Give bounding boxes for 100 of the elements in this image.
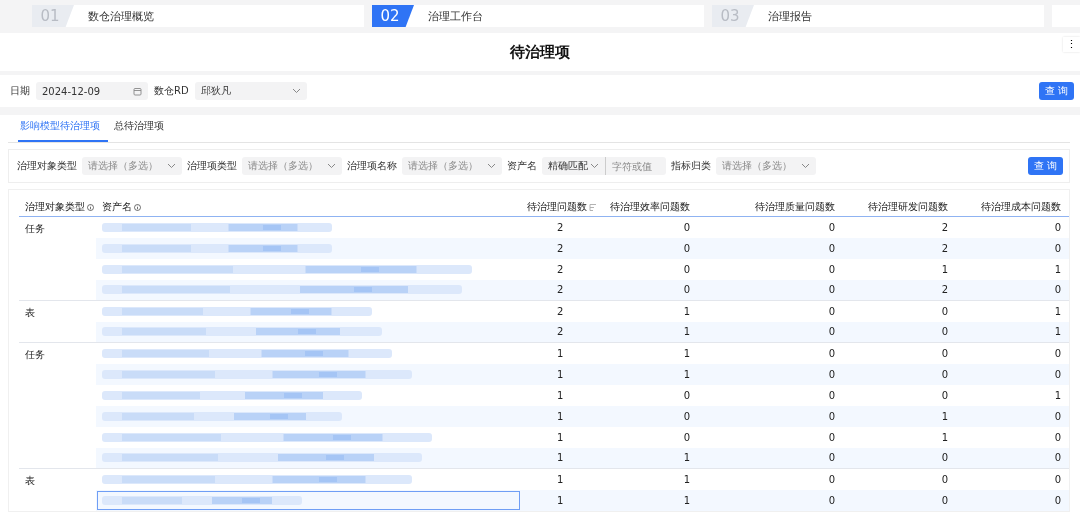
column-header: 待治理研发问题数	[868, 201, 948, 212]
table-cell: 1	[956, 384, 1069, 406]
column-header: 待治理效率问题数	[610, 201, 690, 212]
chevron-down-icon	[487, 163, 496, 169]
calendar-icon	[133, 86, 142, 96]
table-cell: 1	[521, 342, 603, 364]
table-cell: 0	[843, 468, 956, 490]
column-header: 待治理质量问题数	[755, 201, 835, 212]
asset-cell[interactable]	[96, 447, 521, 469]
asset-cell[interactable]	[96, 405, 521, 427]
asset-cell[interactable]	[96, 363, 521, 385]
table-cell: 1	[521, 447, 603, 469]
chevron-down-icon	[801, 163, 810, 169]
table-cell: 1	[603, 447, 698, 469]
table-cell: 2	[521, 237, 603, 259]
table-cell: 0	[956, 426, 1069, 448]
table-cell: 1	[603, 300, 698, 322]
table-cell: 0	[698, 237, 843, 259]
table-cell: 0	[956, 468, 1069, 490]
table-cell: 0	[603, 405, 698, 427]
table-cell: 1	[956, 321, 1069, 343]
table-cell: 0	[698, 342, 843, 364]
table-cell: 0	[843, 384, 956, 406]
rd-label: 数仓RD	[154, 84, 189, 98]
info-icon	[134, 203, 141, 211]
sort-icon[interactable]	[589, 202, 598, 212]
table-cell: 0	[698, 447, 843, 469]
query-button[interactable]: 查 询	[1027, 157, 1063, 175]
table-cell: 任务	[19, 342, 96, 469]
chevron-down-icon	[167, 163, 176, 169]
table-cell: 1	[603, 363, 698, 385]
table-cell: 1	[521, 405, 603, 427]
table-cell: 2	[521, 300, 603, 322]
table-cell: 2	[843, 216, 956, 238]
table-cell: 0	[843, 342, 956, 364]
table-cell: 0	[843, 489, 956, 511]
chevron-down-icon	[291, 88, 301, 94]
tab[interactable]: 影响模型待治理项	[18, 119, 108, 142]
table-cell: 0	[843, 321, 956, 343]
table-cell: 1	[843, 426, 956, 448]
table-cell: 1	[843, 405, 956, 427]
table-cell: 0	[956, 405, 1069, 427]
table-cell: 2	[521, 216, 603, 238]
table-cell: 0	[698, 321, 843, 343]
filter-label: 治理对象类型	[17, 159, 77, 173]
tab[interactable]: 总待治理项	[112, 119, 172, 142]
table-cell: 0	[698, 489, 843, 511]
table-cell: 1	[956, 300, 1069, 322]
table-cell: 0	[956, 216, 1069, 238]
page-title: 待治理项	[510, 42, 570, 62]
filter-label: 治理项名称	[347, 159, 397, 173]
table-cell: 1	[956, 258, 1069, 280]
rd-select[interactable]: 邱狄凡	[194, 82, 307, 100]
table-cell: 0	[698, 279, 843, 301]
chevron-down-icon	[590, 163, 599, 169]
table-cell: 1	[521, 384, 603, 406]
table-cell: 0	[956, 489, 1069, 511]
table-cell: 0	[603, 279, 698, 301]
table-cell: 2	[843, 237, 956, 259]
table-cell: 1	[603, 468, 698, 490]
table-cell: 1	[521, 426, 603, 448]
column-header: 待治理成本问题数	[981, 201, 1061, 212]
table-cell: 1	[843, 258, 956, 280]
asset-cell[interactable]	[96, 489, 521, 511]
table-cell: 0	[603, 258, 698, 280]
filter-label: 资产名	[507, 159, 537, 173]
table-cell: 任务	[19, 216, 96, 301]
query-button[interactable]: 查 询	[1038, 82, 1074, 100]
step-tab[interactable]: 02 治理工作台	[372, 5, 704, 27]
table-cell: 0	[956, 447, 1069, 469]
asset-cell[interactable]	[96, 237, 521, 259]
date-label: 日期	[10, 84, 30, 98]
table-cell: 0	[956, 363, 1069, 385]
date-field[interactable]: 2024-12-09	[36, 82, 148, 100]
column-header: 待治理问题数	[527, 201, 587, 212]
table-cell: 0	[698, 468, 843, 490]
column-header: 治理对象类型	[25, 201, 85, 212]
asset-cell[interactable]	[96, 321, 521, 343]
table-cell: 0	[603, 216, 698, 238]
table-cell: 1	[521, 468, 603, 490]
column-header: 资产名	[102, 201, 132, 212]
table-cell: 0	[956, 237, 1069, 259]
table-cell: 1	[521, 363, 603, 385]
table-cell: 0	[698, 216, 843, 238]
table-cell: 1	[603, 342, 698, 364]
asset-cell[interactable]	[96, 279, 521, 301]
table-cell: 0	[698, 363, 843, 385]
table-cell: 0	[603, 384, 698, 406]
table-cell: 0	[843, 447, 956, 469]
chevron-down-icon	[327, 163, 336, 169]
info-icon	[87, 203, 94, 211]
asset-name-input[interactable]: 字符或值	[606, 157, 666, 175]
more-menu-button[interactable]: ⋮	[1063, 37, 1080, 52]
table-cell: 表	[19, 468, 96, 511]
table-cell: 1	[603, 489, 698, 511]
table-cell: 0	[698, 258, 843, 280]
table-cell: 0	[698, 426, 843, 448]
match-mode-select[interactable]: 精确匹配	[542, 157, 606, 175]
table-cell: 表	[19, 300, 96, 343]
table-cell: 2	[843, 279, 956, 301]
